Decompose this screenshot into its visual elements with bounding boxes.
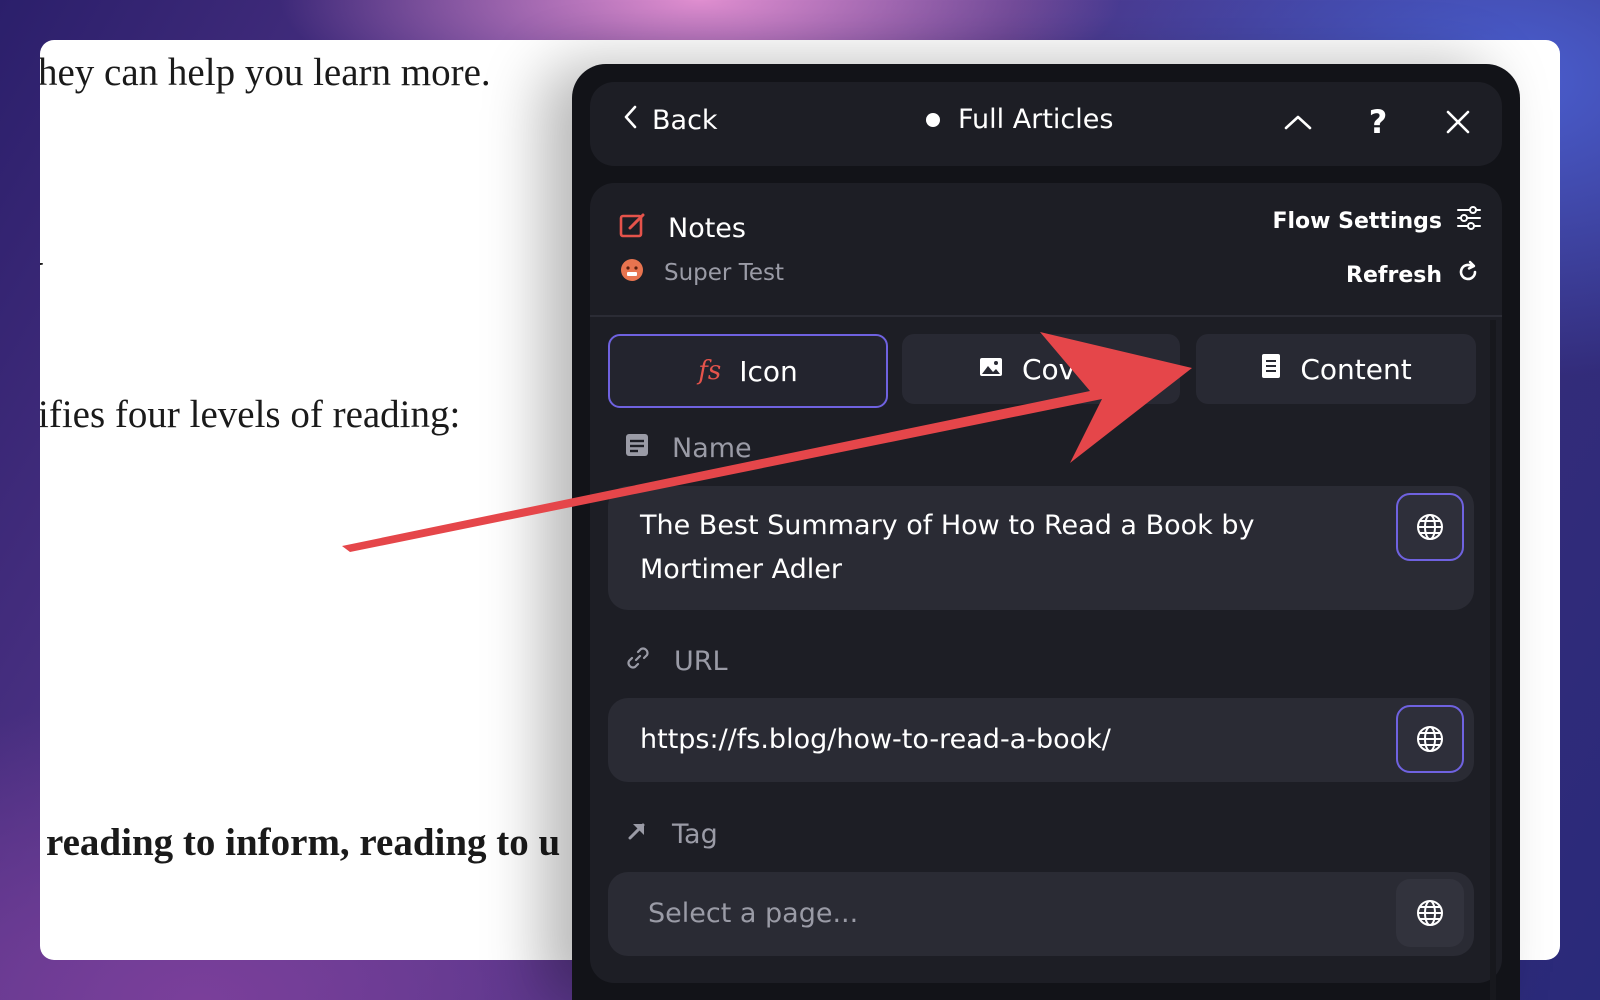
notes-label: Notes	[668, 213, 746, 244]
refresh-icon	[1456, 260, 1480, 290]
url-globe-button[interactable]	[1396, 705, 1464, 773]
tag-field-label: Tag	[624, 818, 718, 851]
panel-title-text: Full Articles	[958, 104, 1114, 135]
globe-icon	[1417, 900, 1443, 926]
close-icon	[1446, 110, 1470, 134]
tab-icon[interactable]: fs Icon	[608, 334, 888, 408]
flow-settings-label: Flow Settings	[1272, 208, 1442, 234]
article-heading-fragment: J	[40, 252, 44, 303]
emoji-face-icon	[620, 258, 644, 288]
relation-arrow-icon	[624, 818, 650, 851]
tag-placeholder: Select a page...	[648, 898, 859, 929]
article-line: hey can help you learn more.	[40, 51, 491, 94]
document-icon	[1260, 353, 1282, 386]
back-label: Back	[652, 105, 718, 136]
tag-label: Tag	[672, 819, 718, 850]
edit-note-icon	[618, 210, 648, 247]
back-button[interactable]: Back	[622, 104, 718, 137]
globe-icon	[1417, 726, 1443, 752]
link-icon	[624, 644, 652, 679]
collapse-button[interactable]	[1278, 102, 1318, 142]
name-value: The Best Summary of How to Read a Book b…	[640, 504, 1254, 592]
name-value-line: Mortimer Adler	[640, 554, 842, 585]
article-line: ifies four levels of reading:	[40, 393, 461, 436]
chevron-up-icon	[1284, 115, 1312, 130]
name-field-label: Name	[624, 432, 752, 465]
name-globe-button[interactable]	[1396, 493, 1464, 561]
image-icon	[978, 353, 1004, 386]
tag-globe-button[interactable]	[1396, 879, 1464, 947]
url-field-label: URL	[624, 644, 728, 679]
workspace-label: Super Test	[620, 258, 784, 288]
globe-icon	[1417, 514, 1443, 540]
tab-content-label: Content	[1300, 352, 1412, 386]
close-button[interactable]	[1438, 102, 1478, 142]
sliders-icon	[1456, 206, 1482, 236]
workspace-name: Super Test	[664, 260, 784, 286]
flow-settings-button[interactable]: Flow Settings	[1272, 206, 1482, 236]
scrollbar[interactable]	[1490, 320, 1496, 1000]
status-dot-icon	[926, 112, 940, 127]
tab-cover-label: Cover	[1022, 352, 1104, 386]
name-value-line: The Best Summary of How to Read a Book b…	[640, 510, 1255, 541]
tab-icon-label: Icon	[739, 354, 798, 388]
refresh-button[interactable]: Refresh	[1346, 260, 1480, 290]
divider	[590, 315, 1502, 317]
fs-script-icon: fs	[698, 356, 722, 386]
help-button[interactable]: ?	[1358, 102, 1398, 142]
database-title: Notes	[618, 210, 746, 247]
url-label: URL	[674, 646, 728, 677]
refresh-label: Refresh	[1346, 262, 1442, 288]
question-icon: ?	[1368, 103, 1388, 141]
chevron-left-icon	[622, 104, 638, 137]
name-label: Name	[672, 433, 752, 464]
article-line-bold: reading to inform, reading to u	[46, 821, 561, 864]
tab-cover[interactable]: Cover	[902, 334, 1180, 404]
panel-title: Full Articles	[926, 104, 1113, 135]
tab-content[interactable]: Content	[1196, 334, 1476, 404]
url-value: https://fs.blog/how-to-read-a-book/	[640, 724, 1111, 755]
text-field-icon	[624, 432, 650, 465]
